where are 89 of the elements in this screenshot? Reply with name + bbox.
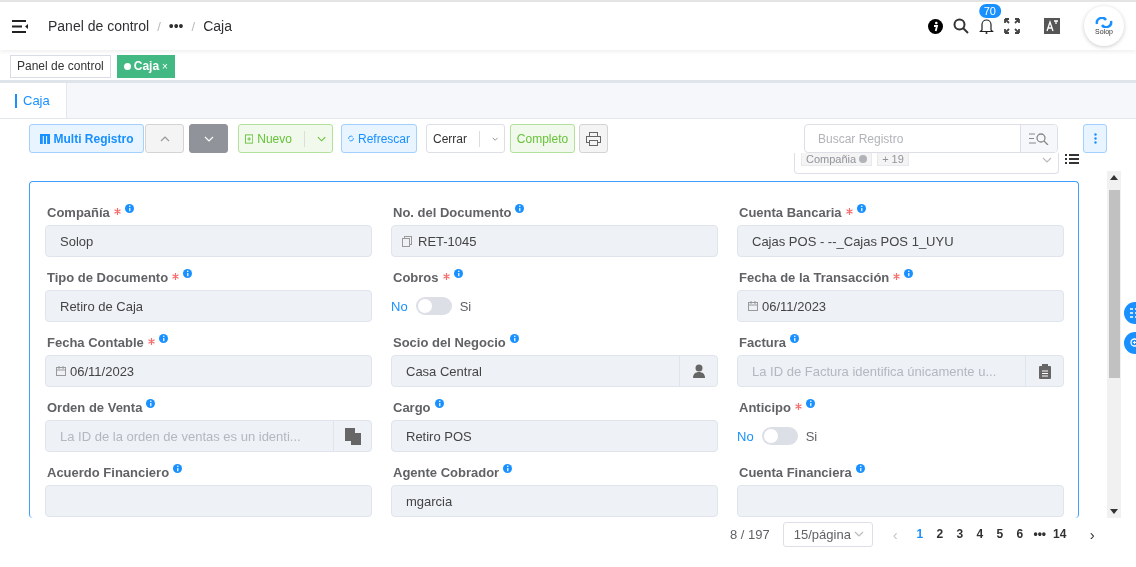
calendar-icon bbox=[748, 301, 758, 311]
input-field[interactable] bbox=[45, 485, 372, 517]
page-number[interactable]: 3 bbox=[949, 527, 970, 541]
input-field[interactable]: Solop bbox=[45, 225, 372, 257]
required-asterisk-icon bbox=[795, 402, 802, 410]
menu-fold-icon[interactable] bbox=[12, 19, 28, 33]
chevron-down-icon bbox=[491, 135, 498, 142]
input-field[interactable]: RET-1045 bbox=[391, 225, 718, 257]
more-vertical-icon bbox=[1093, 133, 1097, 144]
on-label: Si bbox=[459, 298, 472, 314]
page-number[interactable]: 6 bbox=[1009, 527, 1030, 541]
breadcrumb[interactable]: ••• bbox=[168, 18, 184, 34]
required-asterisk-icon bbox=[893, 272, 901, 280]
toggle-switch[interactable] bbox=[415, 297, 452, 315]
page-size-select[interactable]: 15/página bbox=[782, 521, 873, 547]
scroll-down-icon[interactable] bbox=[1110, 509, 1118, 514]
close-dropdown-button[interactable]: Cerrar bbox=[426, 124, 505, 153]
field-label: Fecha Contable bbox=[47, 335, 144, 350]
field-label: Cargo bbox=[393, 400, 431, 415]
scroll-up-icon[interactable] bbox=[1110, 175, 1118, 180]
required-asterisk-icon bbox=[442, 272, 450, 280]
field-label: Orden de Venta bbox=[47, 400, 143, 415]
field-label: Cuenta Financiera bbox=[739, 465, 852, 480]
page-number[interactable]: 4 bbox=[969, 527, 990, 541]
input-field[interactable]: 06/11/2023 bbox=[737, 290, 1064, 322]
breadcrumb[interactable]: Panel de control bbox=[48, 18, 150, 34]
scrollbar[interactable] bbox=[1107, 171, 1121, 518]
field-label: Cuenta Bancaria bbox=[739, 205, 842, 220]
fullscreen-icon[interactable] bbox=[1004, 18, 1020, 34]
file-add-icon bbox=[245, 133, 254, 144]
field-label: Cobros bbox=[393, 270, 439, 285]
remove-icon[interactable] bbox=[859, 155, 868, 163]
printer-icon bbox=[586, 131, 601, 146]
translate-icon[interactable] bbox=[1044, 18, 1060, 34]
page-number[interactable]: ••• bbox=[1029, 527, 1050, 541]
field-label: Tipo de Documento bbox=[47, 270, 169, 285]
calendar-icon bbox=[56, 366, 66, 376]
field-label: Agente Cobrador bbox=[393, 465, 500, 480]
page-number[interactable]: 2 bbox=[929, 527, 950, 541]
chevron-down-icon bbox=[1042, 157, 1052, 163]
chevron-up-icon bbox=[159, 135, 170, 142]
chevron-down-icon bbox=[853, 531, 864, 537]
input-field[interactable]: Casa Central bbox=[391, 355, 718, 387]
next-button[interactable] bbox=[189, 124, 228, 153]
print-button[interactable] bbox=[579, 124, 608, 153]
table-icon bbox=[39, 133, 50, 144]
page-tag[interactable]: Panel de control bbox=[10, 54, 111, 78]
field-label: Acuerdo Financiero bbox=[47, 465, 170, 480]
page-number[interactable]: 14 bbox=[1049, 527, 1070, 541]
required-asterisk-icon bbox=[172, 272, 180, 280]
clipboard-icon bbox=[1038, 363, 1051, 379]
bell-icon[interactable] bbox=[979, 18, 994, 34]
list-icon[interactable] bbox=[1065, 154, 1079, 164]
required-asterisk-icon bbox=[113, 207, 121, 215]
record-count: 8 / 197 bbox=[730, 526, 770, 542]
field-label: Anticipo bbox=[739, 400, 791, 415]
input-field[interactable]: mgarcia bbox=[391, 485, 718, 517]
refresh-icon bbox=[348, 134, 354, 143]
input-field[interactable]: 06/11/2023 bbox=[45, 355, 372, 387]
notification-badge: 70 bbox=[978, 4, 1001, 18]
on-label: Si bbox=[805, 428, 818, 444]
search-list-icon[interactable] bbox=[1029, 132, 1049, 145]
copy-icon bbox=[344, 427, 361, 445]
search-icon[interactable] bbox=[953, 18, 969, 34]
page-number[interactable]: 5 bbox=[989, 527, 1010, 541]
input-field[interactable]: Cajas POS - --_Cajas POS 1_UYU bbox=[737, 225, 1064, 257]
logo-icon bbox=[1095, 17, 1113, 28]
breadcrumb-separator: / bbox=[191, 18, 196, 34]
field-label: Socio del Negocio bbox=[393, 335, 506, 350]
off-label: No bbox=[737, 428, 754, 444]
field-label: Factura bbox=[739, 335, 786, 350]
chevron-down-icon bbox=[203, 135, 214, 142]
toggle-switch[interactable] bbox=[761, 427, 798, 445]
person-icon bbox=[692, 364, 705, 378]
document-icon bbox=[402, 235, 412, 247]
breadcrumb-separator: / bbox=[157, 18, 161, 34]
next-page-button[interactable]: › bbox=[1089, 525, 1095, 543]
field-label: No. del Documento bbox=[393, 205, 512, 220]
field-label: Fecha de la Transacción bbox=[739, 270, 890, 285]
input-field[interactable] bbox=[737, 485, 1064, 517]
required-asterisk-icon bbox=[147, 337, 155, 345]
required-asterisk-icon bbox=[845, 207, 853, 215]
chevron-down-icon bbox=[316, 135, 326, 142]
off-label: No bbox=[391, 298, 408, 314]
input-field[interactable]: Retiro POS bbox=[391, 420, 718, 452]
info-icon[interactable] bbox=[928, 18, 943, 34]
breadcrumb: Caja bbox=[203, 18, 232, 34]
field-label: Compañía bbox=[47, 205, 110, 220]
input-field[interactable]: Retiro de Caja bbox=[45, 290, 372, 322]
